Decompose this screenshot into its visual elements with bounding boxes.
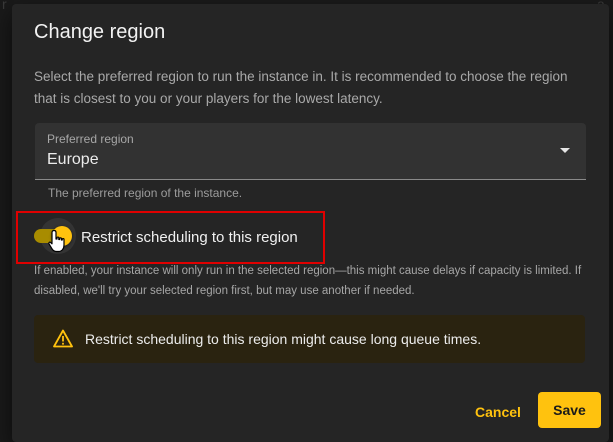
hand-pointer-cursor-icon (48, 229, 65, 253)
queue-warning-alert: Restrict scheduling to this region might… (34, 315, 585, 363)
preferred-region-label: Preferred region (47, 132, 134, 146)
restrict-scheduling-label[interactable]: Restrict scheduling to this region (81, 229, 298, 246)
save-button[interactable]: Save (538, 392, 601, 428)
dialog-description: Select the preferred region to run the i… (34, 69, 568, 106)
warning-message: Restrict scheduling to this region might… (85, 331, 482, 347)
background-text-fragment: r (2, 0, 7, 12)
restrict-scheduling-help: If enabled, your instance will only run … (34, 265, 582, 297)
warning-triangle-icon (53, 329, 73, 348)
change-region-dialog: Change region Select the preferred regio… (12, 4, 609, 442)
preferred-region-select[interactable]: Preferred region Europe (35, 123, 586, 180)
preferred-region-helper: The preferred region of the instance. (48, 186, 243, 200)
dropdown-arrow-icon (560, 148, 570, 153)
preferred-region-value: Europe (47, 151, 99, 168)
dialog-title: Change region (34, 21, 166, 43)
cancel-button[interactable]: Cancel (468, 396, 528, 428)
